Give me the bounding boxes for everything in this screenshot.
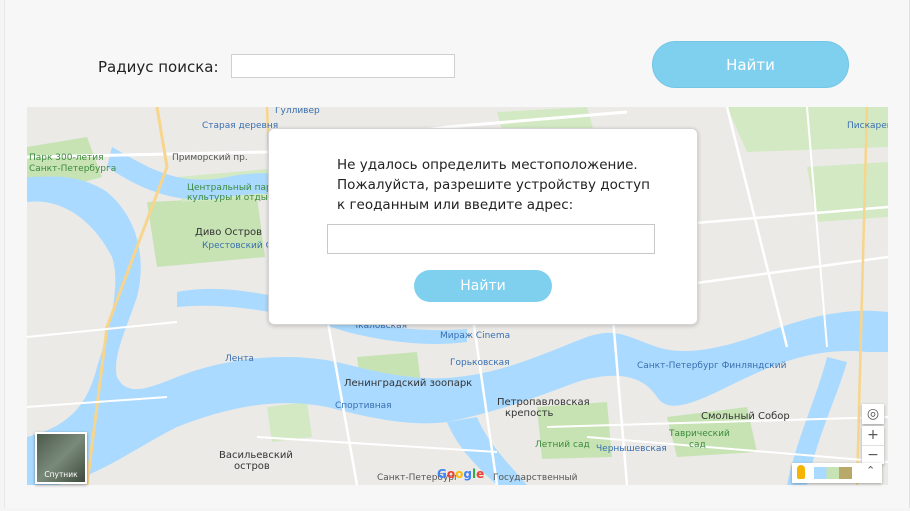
map-label-chernyshevskaya: Чернышевская bbox=[596, 444, 667, 454]
map-label-state: Государственный bbox=[493, 473, 578, 483]
satellite-toggle[interactable]: Спутник bbox=[35, 432, 87, 484]
map-type-thumbnails[interactable] bbox=[814, 467, 852, 479]
map-label-central-park: Центральный парк bbox=[187, 183, 278, 193]
google-logo: Google bbox=[437, 467, 485, 481]
map-label-vasilievsky: Васильевский bbox=[219, 450, 293, 461]
location-dialog: Не удалось определить местоположение. По… bbox=[268, 128, 698, 325]
map-bottom-controls: ⌃ bbox=[792, 463, 882, 483]
map-label-zoo: Ленинградский зоопарк bbox=[344, 378, 473, 389]
map-label-sportivnaya: Спортивная bbox=[335, 401, 392, 411]
map-label-spb: Санкт-Петербурга bbox=[29, 164, 117, 174]
map-label-pisk: Пискаревка bbox=[847, 121, 888, 131]
satellite-label: Спутник bbox=[44, 470, 78, 479]
find-button[interactable]: Найти bbox=[652, 41, 849, 88]
map-label-culture: культуры и отдыха bbox=[187, 193, 279, 203]
map-label-letny-sad: Летний сад bbox=[535, 440, 590, 450]
map-label-gorkovskaya: Горьковская bbox=[450, 358, 510, 368]
map-label-petropavlovsk: Петропавловская bbox=[497, 397, 590, 408]
zoom-control: + − bbox=[862, 426, 884, 464]
location-error-message: Не удалось определить местоположение. По… bbox=[337, 157, 650, 213]
locate-button[interactable]: ◎ bbox=[862, 404, 884, 424]
map-label-krepost: крепость bbox=[505, 408, 554, 419]
map-label-staraya-derevnya: Старая деревня bbox=[202, 121, 279, 131]
address-input[interactable] bbox=[327, 224, 655, 254]
map-label-divo-ostrov: Диво Остров bbox=[195, 227, 263, 238]
radius-input[interactable] bbox=[231, 54, 455, 78]
map-label-smolny: Смольный Собор bbox=[701, 411, 790, 422]
map-label-finlyandsky: Санкт-Петербург Финляндский bbox=[637, 361, 787, 371]
radius-label: Радиус поиска: bbox=[98, 58, 219, 76]
map-label-primorsky: Приморский пр. bbox=[172, 153, 248, 163]
map-label-lenta: Лента bbox=[225, 354, 254, 364]
crosshair-icon: ◎ bbox=[866, 406, 880, 422]
map-label-gulliver: Гулливер bbox=[275, 107, 320, 116]
map-label-sad: сад bbox=[689, 440, 706, 450]
zoom-in-button[interactable]: + bbox=[862, 426, 884, 445]
map-label-ostrov: остров bbox=[234, 461, 270, 472]
map-label-mirazh: Мираж Cinema bbox=[440, 331, 511, 341]
zoom-out-button[interactable]: − bbox=[862, 445, 884, 465]
modal-find-button[interactable]: Найти bbox=[414, 270, 552, 302]
map-label-tavrichesky: Таврический bbox=[669, 429, 730, 439]
pegman-icon[interactable] bbox=[797, 465, 805, 479]
chevron-up-icon[interactable]: ⌃ bbox=[866, 464, 875, 477]
map-label-park-300: Парк 300-летия bbox=[29, 153, 104, 163]
